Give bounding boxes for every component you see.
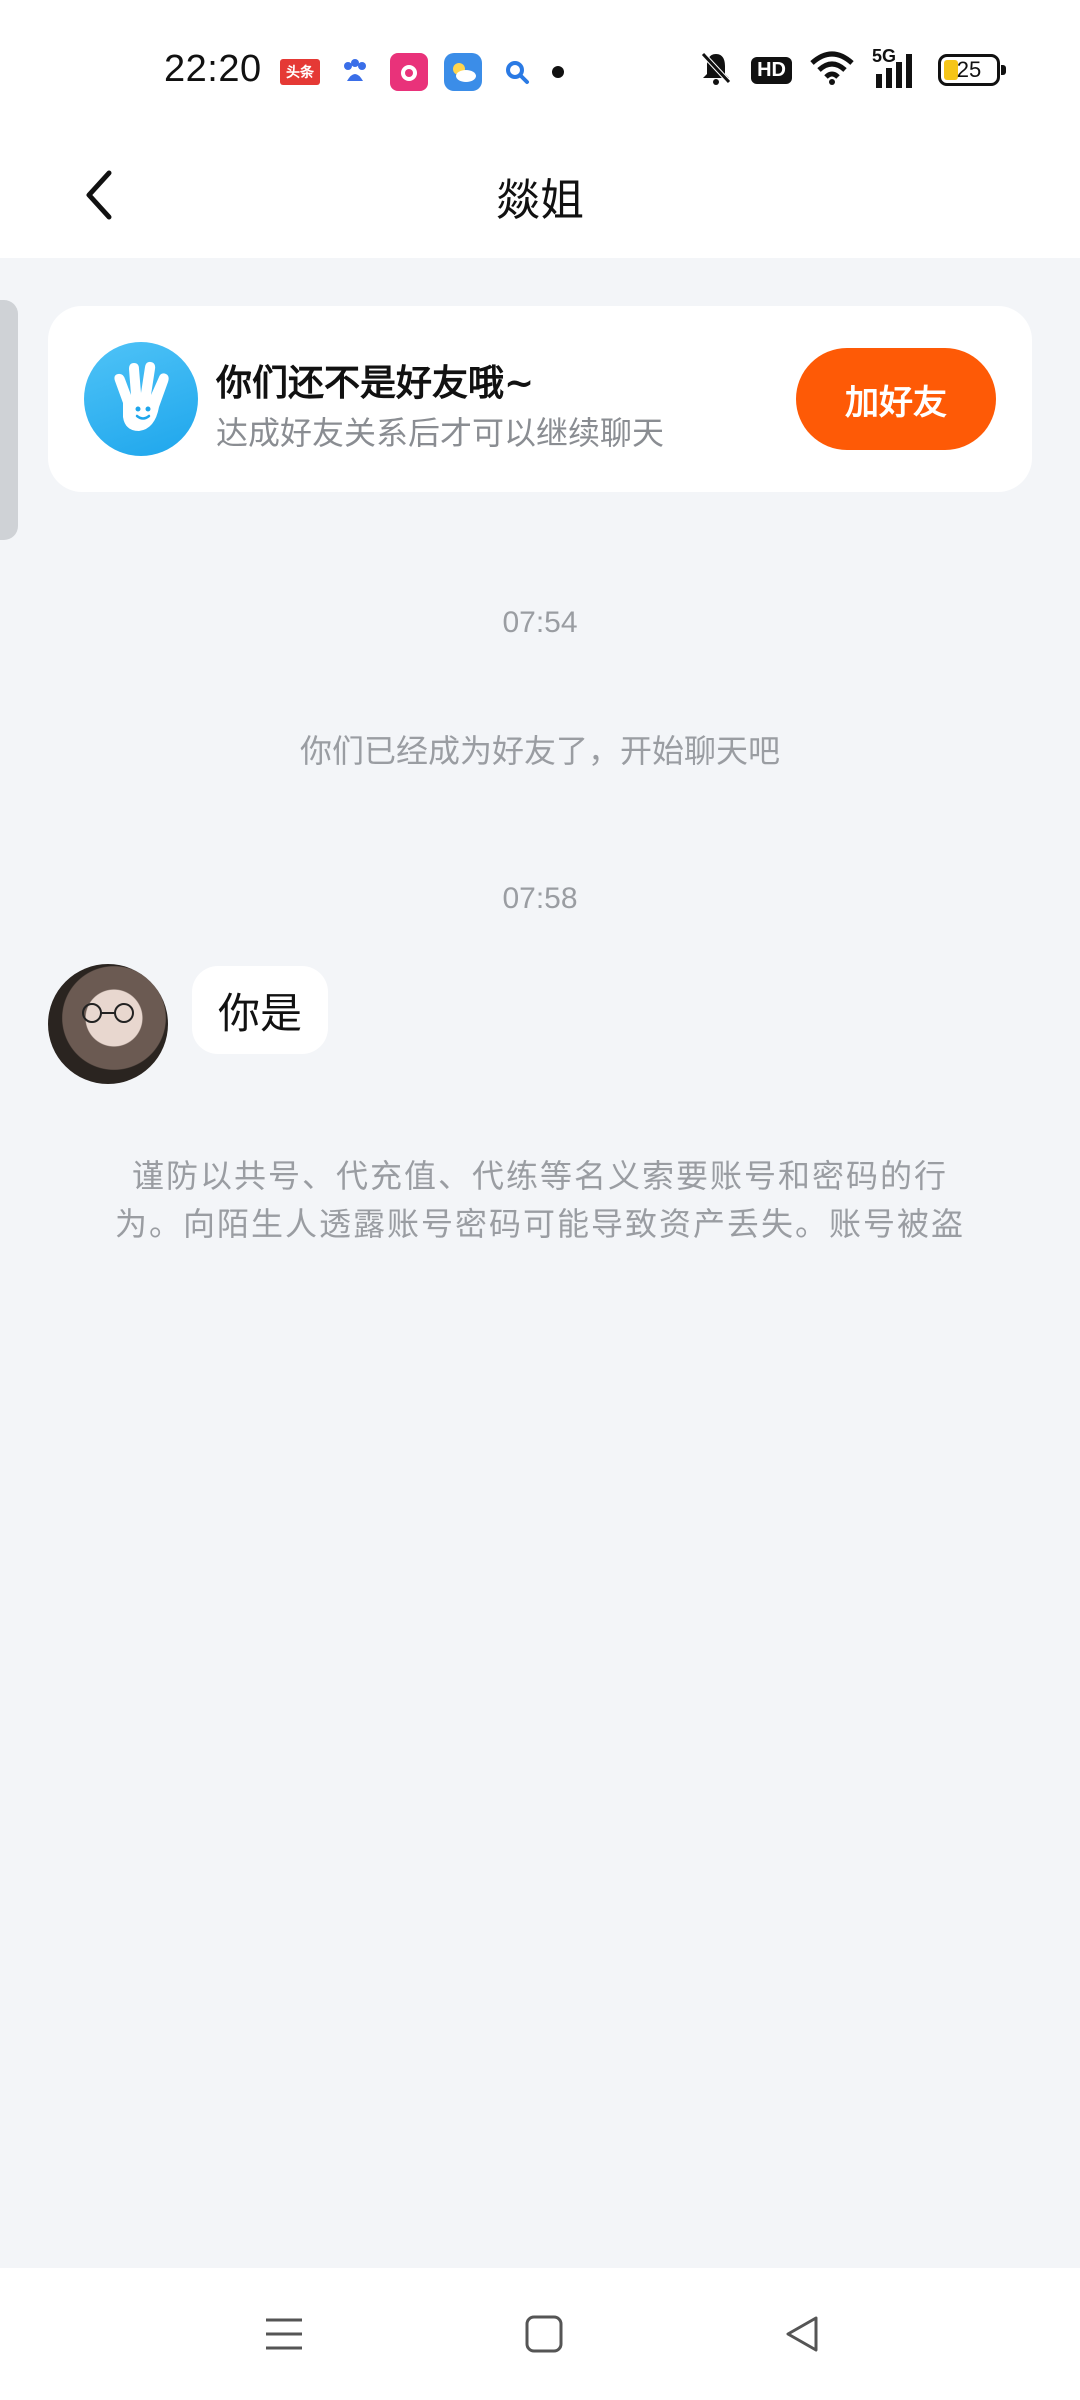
weather-icon [444, 53, 482, 91]
system-icons: HD 5G 25 [699, 46, 1006, 92]
warning-line: 谨防以共号、代充值、代练等名义索要账号和密码的行 [131, 1157, 948, 1195]
message-bubble[interactable]: 你是 [192, 966, 329, 1054]
status-time: 22:20 [164, 48, 262, 90]
battery-icon: 25 [938, 54, 1006, 86]
menu-button[interactable] [252, 2302, 316, 2366]
chat-header: 燚姐 [0, 140, 1080, 258]
wave-hand-icon [84, 342, 198, 456]
security-warning: 谨防以共号、代充值、代练等名义索要账号和密码的行 为。向陌生人透露账号密码可能导… [90, 1152, 990, 1248]
timestamp: 07:58 [502, 882, 578, 915]
home-square-icon [525, 2315, 563, 2353]
edge-handle[interactable] [0, 300, 18, 540]
hd-badge: HD [751, 56, 792, 84]
back-triangle-icon [786, 2316, 818, 2352]
card-title: 你们还不是好友哦~ [216, 363, 535, 404]
baidu-icon [336, 53, 374, 91]
warning-line: 为。向陌生人透露账号密码可能导致资产丢失。账号被盗 [114, 1205, 965, 1243]
avatar[interactable] [48, 964, 168, 1084]
mute-bell-icon [699, 50, 733, 90]
not-friends-card: 你们还不是好友哦~ 达成好友关系后才可以继续聊天 加好友 [48, 306, 1032, 492]
timestamp: 07:54 [502, 606, 578, 639]
search-app-icon [498, 53, 536, 91]
menu-icon [266, 2318, 302, 2350]
signal-icon: 5G [872, 46, 920, 90]
system-message: 你们已经成为好友了，开始聊天吧 [299, 732, 780, 770]
more-dot-icon [552, 66, 564, 78]
system-nav-bar [0, 2268, 1080, 2400]
wifi-icon [810, 51, 854, 89]
notification-icons: 头条 [280, 52, 564, 92]
battery-level: 25 [956, 57, 982, 82]
back-nav-button[interactable] [770, 2302, 834, 2366]
page-title: 燚姐 [496, 175, 584, 226]
pinduoduo-icon [390, 53, 428, 91]
add-friend-button[interactable]: 加好友 [796, 348, 996, 450]
home-button[interactable] [512, 2302, 576, 2366]
card-subtitle: 达成好友关系后才可以继续聊天 [216, 414, 665, 452]
toutiao-icon: 头条 [280, 59, 320, 85]
status-bar: 22:20 头条 HD 5G 25 [0, 0, 1080, 140]
